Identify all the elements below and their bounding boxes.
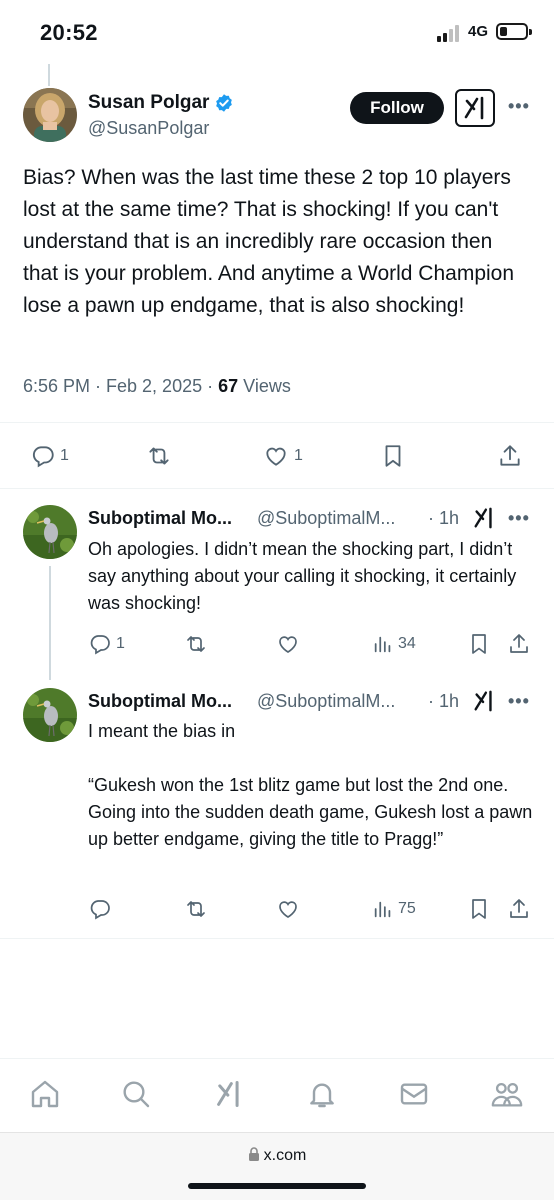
retweet-button[interactable]	[183, 897, 209, 921]
author-handle[interactable]: @SusanPolgar	[88, 118, 209, 139]
views-button[interactable]: 75	[372, 897, 416, 921]
reply-time[interactable]: · 1h	[428, 691, 459, 712]
like-icon	[279, 636, 297, 653]
views-icon	[374, 636, 391, 653]
tweet-text: Bias? When was the last time these 2 top…	[23, 166, 515, 317]
like-button[interactable]	[275, 632, 301, 656]
search-icon[interactable]	[119, 1077, 153, 1111]
reply-text: I meant the bias in “Gukesh won the 1st …	[88, 721, 533, 849]
reply-count: 1	[116, 635, 125, 652]
grok-icon[interactable]	[455, 89, 495, 127]
reply-icon	[32, 446, 54, 468]
browser-url-bar[interactable]: x.com	[0, 1132, 554, 1200]
reply-author-name[interactable]: Suboptimal Mo...	[88, 691, 232, 712]
home-indicator[interactable]	[188, 1183, 366, 1189]
more-options-icon[interactable]: •••	[508, 96, 530, 117]
like-icon	[266, 447, 286, 466]
avatar[interactable]	[23, 88, 77, 142]
thread-line	[49, 566, 51, 680]
verified-badge-icon	[216, 94, 233, 112]
retweet-icon	[187, 636, 205, 652]
reply-button[interactable]: 1	[88, 632, 125, 656]
share-icon	[500, 445, 520, 466]
bottom-tab-bar	[0, 1058, 554, 1132]
mail-icon[interactable]	[397, 1077, 431, 1111]
tweet-meta: 6:56 PM · Feb 2, 2025 · 67 Views	[23, 376, 291, 397]
network-label: 4G	[468, 23, 489, 40]
author-name-text[interactable]: Susan Polgar	[88, 92, 209, 114]
battery-icon	[496, 23, 528, 40]
grok-icon[interactable]	[472, 506, 496, 530]
bookmark-button[interactable]	[467, 897, 491, 921]
people-icon[interactable]	[490, 1077, 524, 1111]
battery-cap	[529, 29, 532, 35]
bookmark-button[interactable]	[380, 443, 406, 469]
like-count: 1	[294, 447, 303, 464]
more-options-icon[interactable]: •••	[508, 691, 530, 712]
reply-author-handle[interactable]: @SuboptimalM...	[257, 508, 395, 529]
views-button[interactable]: 34	[372, 632, 416, 656]
bookmark-icon	[385, 445, 401, 467]
lock-icon	[248, 1147, 259, 1161]
views-count: 67	[218, 376, 239, 396]
reply-text: Oh apologies. I didn’t mean the shocking…	[88, 539, 517, 613]
views-count: 75	[398, 900, 416, 917]
reply-author-handle[interactable]: @SuboptimalM...	[257, 691, 395, 712]
url-text: x.com	[263, 1147, 307, 1164]
thread-line-top	[48, 64, 50, 86]
status-bar: 20:52 4G	[0, 0, 554, 62]
views-count: 34	[398, 635, 416, 652]
tweet-timestamp[interactable]: 6:56 PM · Feb 2, 2025 ·	[23, 376, 218, 396]
bookmark-icon	[472, 634, 486, 654]
like-button[interactable]	[275, 897, 301, 921]
grok-icon[interactable]	[472, 689, 496, 713]
like-button[interactable]: 1	[262, 443, 303, 469]
views-label: Views	[238, 376, 291, 396]
views-icon	[374, 901, 391, 918]
retweet-button[interactable]	[183, 632, 209, 656]
bell-icon[interactable]	[305, 1077, 339, 1111]
follow-button[interactable]: Follow	[350, 92, 444, 124]
bookmark-icon	[472, 899, 486, 919]
reply-author-name[interactable]: Suboptimal Mo...	[88, 508, 232, 529]
divider	[0, 938, 554, 939]
divider	[0, 488, 554, 489]
reply-avatar[interactable]	[23, 688, 77, 742]
share-button[interactable]	[507, 632, 531, 656]
home-icon[interactable]	[28, 1077, 62, 1111]
divider	[0, 422, 554, 423]
more-options-icon[interactable]: •••	[508, 508, 530, 529]
like-icon	[279, 901, 297, 918]
reply-button[interactable]: 1	[30, 443, 69, 469]
status-time: 20:52	[40, 20, 98, 45]
share-button[interactable]	[507, 897, 531, 921]
retweet-button[interactable]	[145, 443, 173, 469]
reply-button[interactable]	[88, 897, 116, 921]
grok-icon[interactable]	[212, 1077, 246, 1111]
reply-count: 1	[60, 447, 69, 464]
retweet-icon	[187, 901, 205, 917]
share-icon	[510, 899, 528, 918]
reply-icon	[90, 635, 110, 655]
share-button[interactable]	[497, 443, 523, 469]
share-icon	[510, 634, 528, 653]
author-name[interactable]: Susan Polgar	[88, 92, 234, 114]
url-display[interactable]: x.com	[0, 1147, 554, 1165]
reply-icon	[90, 900, 110, 920]
reply-avatar[interactable]	[23, 505, 77, 559]
signal-icon	[437, 25, 459, 42]
bookmark-button[interactable]	[467, 632, 491, 656]
retweet-icon	[149, 447, 169, 465]
reply-time[interactable]: · 1h	[428, 508, 459, 529]
